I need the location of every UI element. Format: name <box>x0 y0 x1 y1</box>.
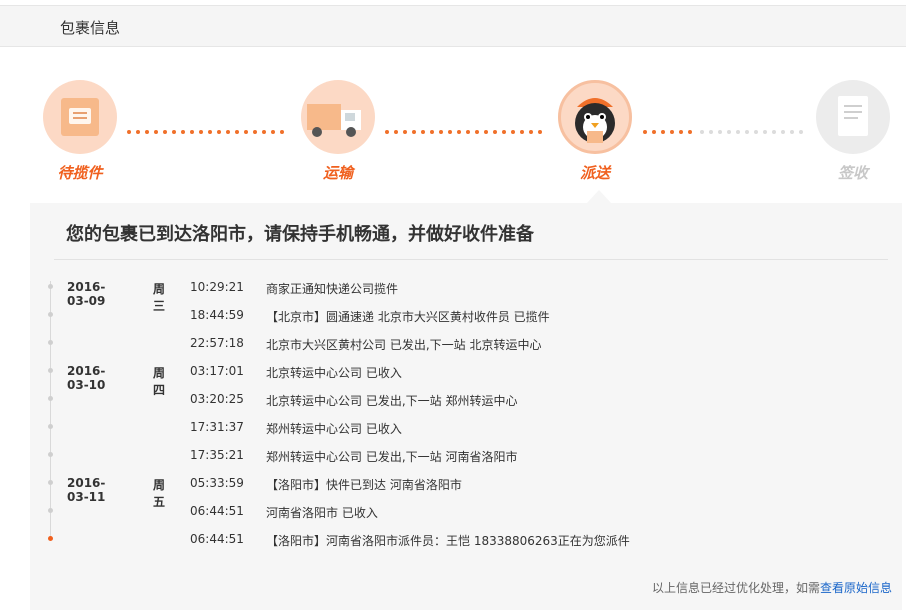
timeline-dot <box>48 452 53 457</box>
event-time: 17:35:21 <box>190 448 244 462</box>
step-connector-pending <box>700 119 815 134</box>
timeline-dot <box>48 340 53 345</box>
step-label: 签收 <box>837 164 868 182</box>
step-label: 运输 <box>322 164 353 182</box>
truck-icon <box>301 80 375 154</box>
event-weekday: 周四 <box>153 366 166 397</box>
timeline-dot <box>48 396 53 401</box>
event-desc: 商家正通知快递公司揽件 <box>266 282 399 296</box>
event-weekday: 周三 <box>153 282 166 313</box>
step-signed: 签收 <box>813 80 893 183</box>
courier-penguin-icon <box>558 80 632 154</box>
timeline-dot <box>48 312 53 317</box>
divider <box>54 259 888 260</box>
event-time: 10:29:21 <box>190 280 244 294</box>
step-pending-pickup: 待揽件 <box>40 80 120 183</box>
event-desc: 北京转运中心公司 已收入 <box>266 366 402 380</box>
timeline-line <box>50 281 51 539</box>
timeline-dot <box>48 480 53 485</box>
package-note-icon <box>43 80 117 154</box>
panel-pointer <box>587 190 611 203</box>
original-info-link[interactable]: 查看原始信息 <box>820 581 892 595</box>
event-desc: 北京市大兴区黄村公司 已发出,下一站 北京转运中心 <box>266 338 542 352</box>
timeline-dot <box>48 368 53 373</box>
event-weekday: 周五 <box>153 478 166 509</box>
step-delivery: 派送 <box>555 80 635 183</box>
timeline-dot <box>48 424 53 429</box>
event-time: 17:31:37 <box>190 420 244 434</box>
event-time: 06:44:51 <box>190 504 244 518</box>
step-label: 待揽件 <box>57 164 103 182</box>
tracking-status-title: 您的包裹已到达洛阳市，请保持手机畅通，并做好收件准备 <box>66 224 534 245</box>
progress-steps: 待揽件 运输 派送 签收 <box>0 80 906 200</box>
event-time: 06:44:51 <box>190 532 244 546</box>
event-time: 03:20:25 <box>190 392 244 406</box>
timeline-dot-current <box>48 536 53 541</box>
event-desc: 【洛阳市】快件已到达 河南省洛阳市 <box>266 478 462 492</box>
timeline-dot <box>48 508 53 513</box>
footer-note-text: 以上信息已经过优化处理，如需 <box>651 581 820 595</box>
event-time: 05:33:59 <box>190 476 244 490</box>
step-connector <box>127 119 297 134</box>
section-header: 包裹信息 <box>0 5 906 47</box>
event-desc: 【洛阳市】河南省洛阳市派件员：王恺 18338806263正在为您派件 <box>266 534 630 548</box>
signed-document-icon <box>816 80 890 154</box>
step-connector <box>385 119 555 134</box>
step-transport: 运输 <box>298 80 378 183</box>
event-time: 18:44:59 <box>190 308 244 322</box>
event-date: 2016-03-10 <box>67 364 106 392</box>
event-time: 03:17:01 <box>190 364 244 378</box>
tracking-panel: 您的包裹已到达洛阳市，请保持手机畅通，并做好收件准备 2016-03-09 周三… <box>30 203 902 610</box>
event-date: 2016-03-09 <box>67 280 106 308</box>
footer-note: 以上信息已经过优化处理，如需查看原始信息 <box>652 579 892 596</box>
event-desc: 北京转运中心公司 已发出,下一站 郑州转运中心 <box>266 394 518 408</box>
event-time: 22:57:18 <box>190 336 244 350</box>
event-desc: 郑州转运中心公司 已收入 <box>266 422 402 436</box>
timeline-dot <box>48 284 53 289</box>
event-desc: 【北京市】圆通速递 北京市大兴区黄村收件员 已揽件 <box>266 310 550 324</box>
event-date: 2016-03-11 <box>67 476 106 504</box>
event-desc: 郑州转运中心公司 已发出,下一站 河南省洛阳市 <box>266 450 518 464</box>
step-label: 派送 <box>579 164 610 182</box>
event-desc: 河南省洛阳市 已收入 <box>266 506 378 520</box>
section-title: 包裹信息 <box>60 19 121 37</box>
